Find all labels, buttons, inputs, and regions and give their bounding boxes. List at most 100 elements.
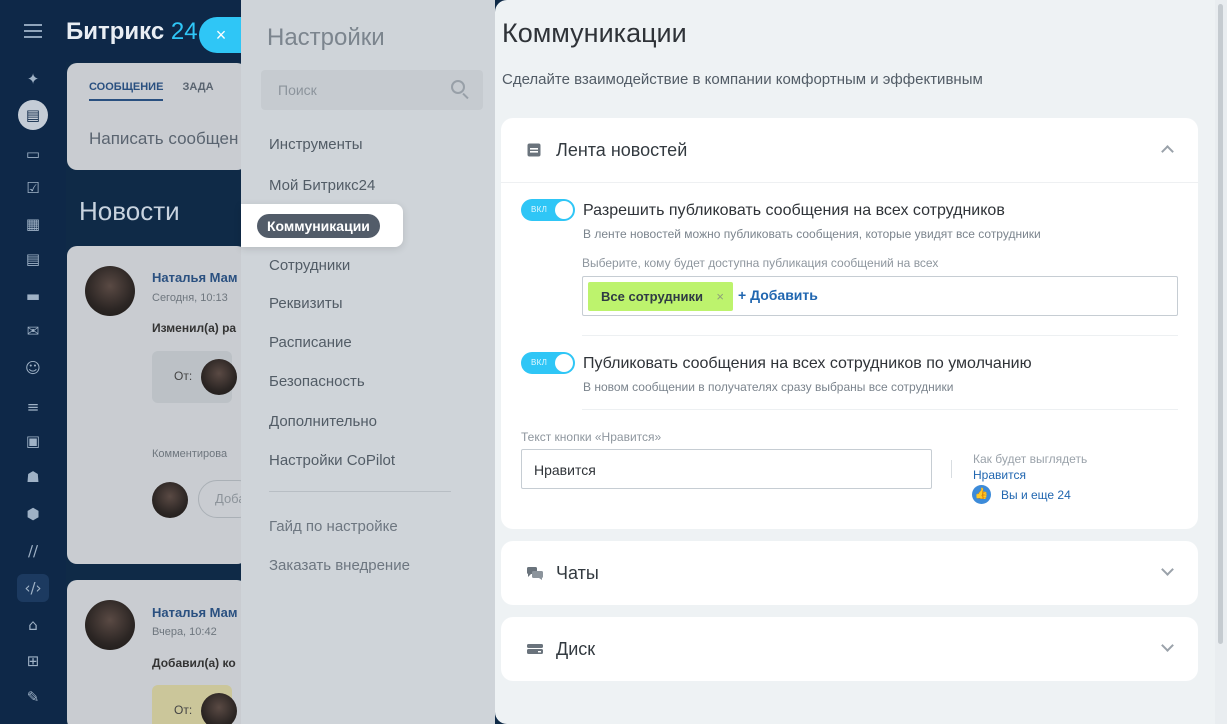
news-title: Новости <box>79 196 180 226</box>
sales-icon[interactable]: ∕∕ <box>22 540 44 562</box>
news-feed-icon[interactable]: ▤ <box>18 100 48 130</box>
like-preview-caption: Как будет выглядеть <box>973 452 1088 466</box>
post-date: Вчера, 10:42 <box>152 626 217 638</box>
disk-icon[interactable]: ▬ <box>22 285 44 307</box>
close-slider-button[interactable]: × <box>199 17 243 53</box>
avatar <box>152 482 188 518</box>
audience-selector[interactable]: Все сотрудники × + Добавить <box>582 276 1178 316</box>
chats-section-title: Чаты <box>556 563 599 583</box>
avatar <box>201 693 237 724</box>
publish-all-default-toggle[interactable]: ВКЛ <box>521 352 575 374</box>
order-implementation-link[interactable]: Заказать внедрение <box>269 557 410 574</box>
allow-publish-all-description: В ленте новостей можно публиковать сообщ… <box>583 227 1041 241</box>
chats-section-header[interactable]: Чаты <box>501 541 1198 605</box>
disk-section-header[interactable]: Диск <box>501 617 1198 681</box>
post-action: Добавил(а) ко <box>152 656 236 670</box>
audience-tag-all-employees: Все сотрудники × <box>588 282 733 311</box>
mail-icon[interactable]: ✉ <box>22 320 44 342</box>
docs-icon[interactable]: ▤ <box>22 248 44 270</box>
settings-title: Настройки <box>267 24 385 51</box>
scrollbar[interactable] <box>1215 0 1227 724</box>
crm-icon[interactable]: ▣ <box>22 430 44 452</box>
group-icon[interactable]: ☺ <box>22 357 44 379</box>
like-button-text-label: Текст кнопки «Нравится» <box>521 430 662 444</box>
calendar-icon[interactable]: ▦ <box>22 213 44 235</box>
settings-item-tools[interactable]: Инструменты <box>269 136 363 153</box>
chevron-down-icon[interactable] <box>1161 563 1174 576</box>
like-preview-count: Вы и еще 24 <box>1001 488 1071 502</box>
chevron-up-icon[interactable] <box>1161 145 1174 158</box>
thumbs-up-icon: 👍 <box>972 485 991 504</box>
chevron-down-icon[interactable] <box>1161 639 1174 652</box>
tab-message[interactable]: СООБЩЕНИЕ <box>89 81 164 101</box>
settings-item-requisites[interactable]: Реквизиты <box>269 295 343 312</box>
audience-tag-label: Все сотрудники <box>601 289 703 304</box>
disk-section[interactable]: Диск <box>501 617 1198 681</box>
disk-section-title: Диск <box>556 639 596 659</box>
add-audience-button[interactable]: + Добавить <box>738 287 818 303</box>
divider <box>582 409 1178 410</box>
settings-item-schedule[interactable]: Расписание <box>269 334 352 351</box>
post-action: Изменил(а) ра <box>152 321 237 335</box>
page-title: Коммуникации <box>502 18 687 48</box>
news-feed-section-title: Лента новостей <box>556 140 688 160</box>
filter-icon[interactable]: ≡ <box>22 396 44 418</box>
write-message-prompt[interactable]: Написать сообщен <box>89 129 238 149</box>
remove-tag-icon[interactable]: × <box>716 282 724 311</box>
tab-tasks[interactable]: ЗАДА <box>182 81 213 93</box>
app-logo[interactable]: Битрикс 24 <box>66 18 198 46</box>
settings-item-copilot[interactable]: Настройки CoPilot <box>269 452 395 469</box>
post-from-label: От: <box>174 369 193 383</box>
store-icon[interactable]: ⬢ <box>22 503 44 525</box>
avatar[interactable] <box>85 600 135 650</box>
divider <box>269 491 451 492</box>
code-icon[interactable]: ‹/› <box>17 574 49 602</box>
settings-item-employees[interactable]: Сотрудники <box>269 257 350 274</box>
avatar[interactable] <box>85 266 135 316</box>
like-button-text-input[interactable]: Нравится <box>521 449 932 489</box>
feed-icon[interactable]: ✦ <box>22 68 44 90</box>
bank-icon[interactable]: ⌂ <box>22 614 44 636</box>
chats-section[interactable]: Чаты <box>501 541 1198 605</box>
like-preview-link: Нравится <box>973 468 1026 482</box>
divider <box>582 335 1178 336</box>
search-placeholder: Поиск <box>278 82 317 98</box>
allow-publish-all-title: Разрешить публиковать сообщения на всех … <box>583 202 1005 219</box>
post-from-block: От: <box>152 351 237 403</box>
chat-icon[interactable]: ▭ <box>22 143 44 165</box>
page-subtitle: Сделайте взаимодействие в компании комфо… <box>502 71 983 88</box>
publish-all-default-title: Публиковать сообщения на всех сотруднико… <box>583 355 1032 372</box>
robot-icon[interactable]: ☗ <box>22 466 44 488</box>
settings-search-input[interactable]: Поиск <box>261 70 483 110</box>
settings-item-security[interactable]: Безопасность <box>269 373 365 390</box>
settings-guide-link[interactable]: Гайд по настройке <box>269 518 398 535</box>
disk-icon <box>527 644 543 654</box>
toggle-on-label: ВКЛ <box>531 358 548 367</box>
toggle-on-label: ВКЛ <box>531 205 548 214</box>
publish-all-default-description: В новом сообщении в получателях сразу вы… <box>583 380 954 394</box>
settings-item-additional[interactable]: Дополнительно <box>269 413 377 430</box>
divider <box>951 460 952 478</box>
settings-item-my-bitrix24[interactable]: Мой Битрикс24 <box>269 177 375 194</box>
audience-label: Выберите, кому будет доступна публикация… <box>582 256 939 270</box>
menu-icon[interactable] <box>24 24 42 38</box>
cart-icon[interactable]: ⊞ <box>22 650 44 672</box>
post-author[interactable]: Наталья Мам <box>152 605 238 620</box>
settings-item-communications-wrapper: Коммуникации <box>241 204 403 247</box>
search-icon[interactable] <box>451 80 465 94</box>
settings-item-communications[interactable]: Коммуникации <box>257 214 380 238</box>
chats-icon <box>527 567 543 580</box>
feed-post: Наталья Мам Вчера, 10:42 Добавил(а) ко О… <box>67 580 247 724</box>
avatar <box>201 359 237 395</box>
settings-nav-panel: Настройки Поиск Инструменты Мой Битрикс2… <box>241 0 495 724</box>
post-author[interactable]: Наталья Мам <box>152 270 238 285</box>
tasks-icon[interactable]: ☑ <box>22 177 44 199</box>
news-feed-section-header[interactable]: Лента новостей <box>501 118 1198 182</box>
news-feed-icon <box>527 143 541 157</box>
allow-publish-all-toggle[interactable]: ВКЛ <box>521 199 575 221</box>
post-from-label: От: <box>174 703 193 717</box>
toggle-knob <box>555 201 573 219</box>
divider <box>501 182 1198 183</box>
sign-icon[interactable]: ✎ <box>22 686 44 708</box>
post-date: Сегодня, 10:13 <box>152 292 228 304</box>
